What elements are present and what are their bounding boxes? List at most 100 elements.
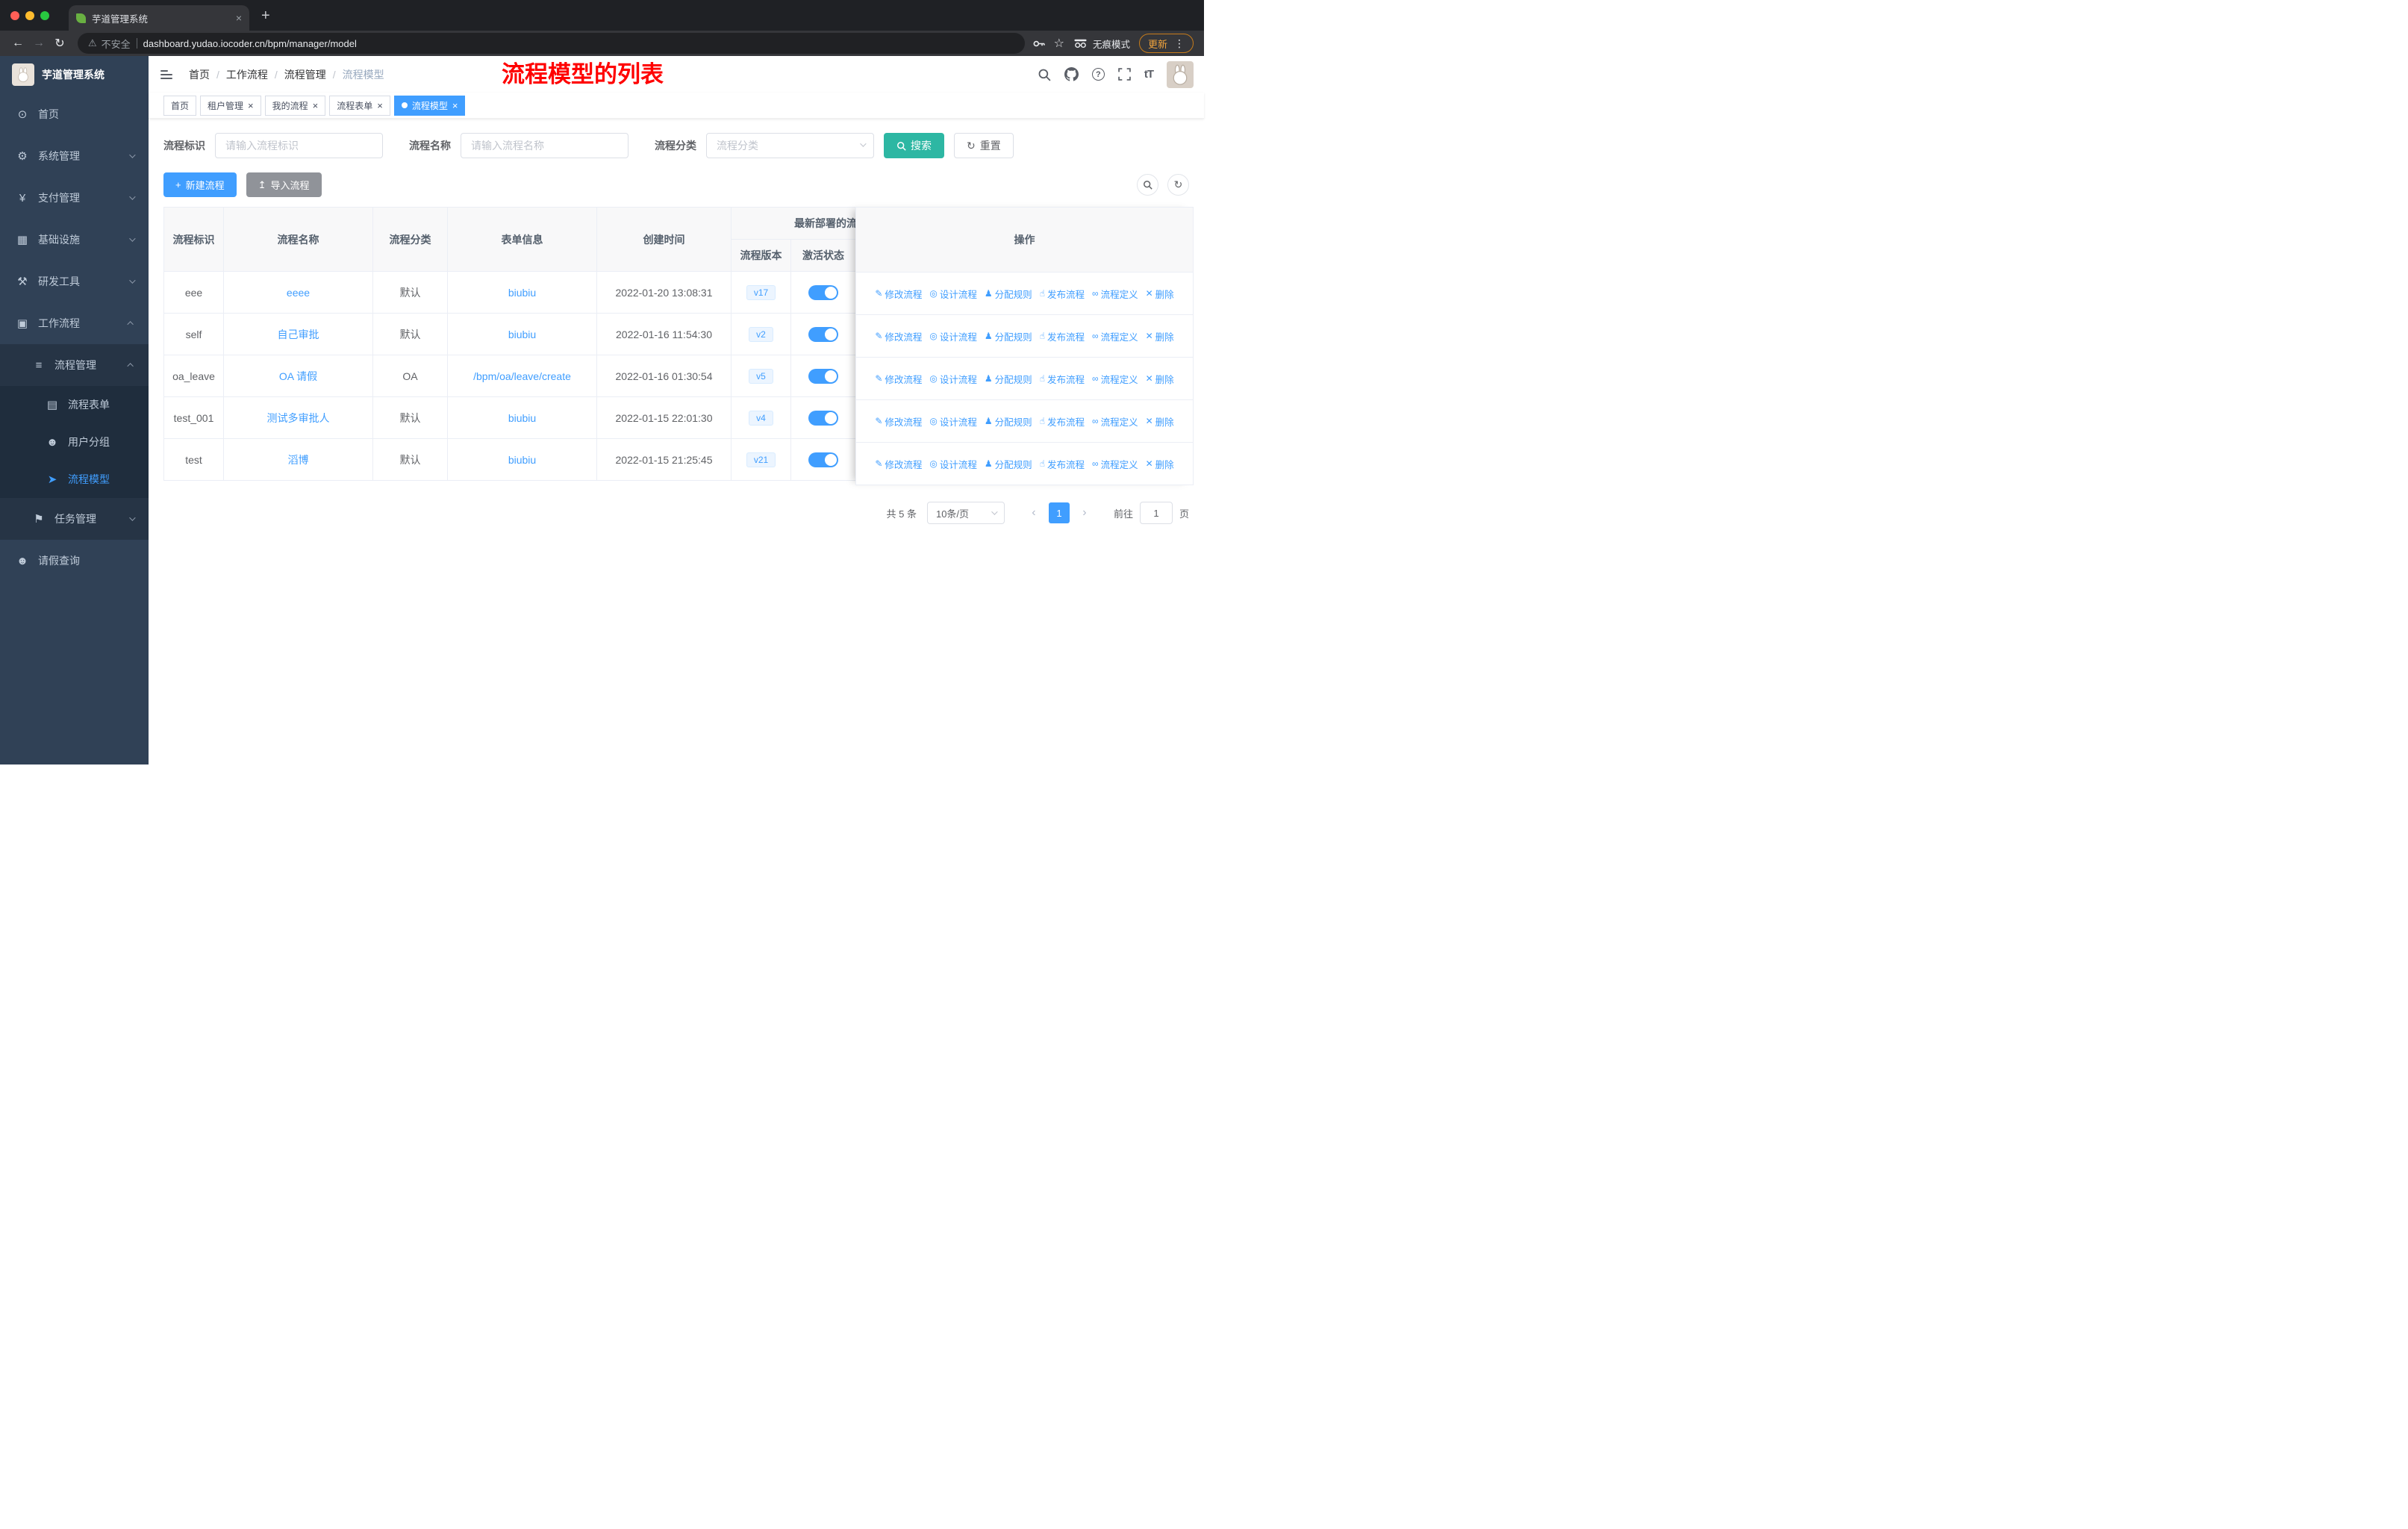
process-category-select[interactable]: [706, 133, 874, 158]
sidebar-item-home[interactable]: ⊙ 首页: [0, 93, 149, 135]
assign-rule-link[interactable]: ♟ 分配规则: [985, 457, 1032, 471]
sidebar-item-infrastructure[interactable]: ▦ 基础设施: [0, 219, 149, 261]
close-icon[interactable]: ×: [377, 101, 383, 110]
active-toggle[interactable]: [808, 410, 838, 426]
version-badge[interactable]: v2: [749, 326, 773, 342]
version-badge[interactable]: v4: [749, 410, 773, 426]
sidebar-collapse-button[interactable]: [149, 56, 184, 93]
delete-process-link[interactable]: ✕ 删除: [1146, 372, 1174, 386]
publish-process-link[interactable]: ☝ 发布流程: [1040, 287, 1085, 301]
design-process-link[interactable]: ◎ 设计流程: [929, 287, 977, 301]
browser-tab[interactable]: 芋道管理系统 ×: [69, 5, 249, 31]
forward-icon[interactable]: →: [28, 33, 49, 54]
toggle-search-button[interactable]: [1137, 174, 1158, 196]
sidebar-item-workflow[interactable]: ▣ 工作流程: [0, 302, 149, 344]
fullscreen-icon[interactable]: [1118, 68, 1131, 81]
active-toggle[interactable]: [808, 284, 838, 300]
form-info-link[interactable]: biubiu: [508, 454, 536, 466]
assign-rule-link[interactable]: ♟ 分配规则: [985, 329, 1032, 343]
tag-tenant-management[interactable]: 租户管理 ×: [200, 95, 261, 116]
sidebar-item-payment[interactable]: ¥ 支付管理: [0, 177, 149, 219]
process-name-link[interactable]: 自己审批: [278, 328, 319, 340]
version-badge[interactable]: v21: [746, 452, 776, 467]
sidebar-item-devtools[interactable]: ⚒ 研发工具: [0, 261, 149, 302]
close-icon[interactable]: ×: [313, 101, 319, 110]
prev-page-button[interactable]: ‹: [1024, 502, 1044, 524]
edit-process-link[interactable]: ✎ 修改流程: [875, 372, 922, 386]
sidebar-item-system[interactable]: ⚙ 系统管理: [0, 135, 149, 177]
font-size-icon[interactable]: tT: [1144, 68, 1154, 81]
process-name-link[interactable]: OA 请假: [279, 370, 317, 382]
process-name-link[interactable]: eeee: [287, 287, 310, 299]
delete-process-link[interactable]: ✕ 删除: [1146, 414, 1174, 429]
browser-update-button[interactable]: 更新 ⋮: [1138, 34, 1194, 53]
process-definition-link[interactable]: ∞ 流程定义: [1092, 457, 1138, 471]
new-tab-button[interactable]: +: [261, 8, 270, 23]
bookmark-star-icon[interactable]: ☆: [1054, 36, 1064, 51]
breadcrumb-home[interactable]: 首页: [189, 67, 210, 82]
form-info-link[interactable]: biubiu: [508, 287, 536, 299]
page-number-current[interactable]: 1: [1048, 502, 1070, 523]
breadcrumb-workflow[interactable]: 工作流程: [226, 67, 268, 82]
design-process-link[interactable]: ◎ 设计流程: [929, 414, 977, 429]
reload-icon[interactable]: ↻: [49, 33, 70, 54]
help-icon[interactable]: ?: [1091, 68, 1105, 81]
next-page-button[interactable]: ›: [1075, 502, 1094, 524]
assign-rule-link[interactable]: ♟ 分配规则: [985, 372, 1032, 386]
reset-button[interactable]: ↻ 重置: [954, 133, 1014, 158]
create-process-button[interactable]: + 新建流程: [163, 172, 237, 197]
active-toggle[interactable]: [808, 368, 838, 384]
active-toggle[interactable]: [808, 452, 838, 467]
process-definition-link[interactable]: ∞ 流程定义: [1092, 287, 1138, 301]
sidebar-item-process-form[interactable]: ▤ 流程表单: [0, 386, 149, 423]
publish-process-link[interactable]: ☝ 发布流程: [1040, 329, 1085, 343]
process-name-input[interactable]: [461, 133, 628, 158]
sidebar-item-user-group[interactable]: ☻ 用户分组: [0, 423, 149, 461]
sidebar-item-process-model[interactable]: ➤ 流程模型: [0, 461, 149, 498]
publish-process-link[interactable]: ☝ 发布流程: [1040, 457, 1085, 471]
assign-rule-link[interactable]: ♟ 分配规则: [985, 287, 1032, 301]
process-definition-link[interactable]: ∞ 流程定义: [1092, 414, 1138, 429]
design-process-link[interactable]: ◎ 设计流程: [929, 457, 977, 471]
process-id-input[interactable]: [215, 133, 383, 158]
form-info-link[interactable]: biubiu: [508, 412, 536, 424]
search-icon[interactable]: [1038, 68, 1051, 81]
search-button[interactable]: 搜索: [884, 133, 944, 158]
form-info-link[interactable]: biubiu: [508, 328, 536, 340]
refresh-button[interactable]: ↻: [1167, 174, 1189, 196]
import-process-button[interactable]: ↥ 导入流程: [246, 172, 322, 197]
github-icon[interactable]: [1064, 67, 1079, 81]
delete-process-link[interactable]: ✕ 删除: [1146, 457, 1174, 471]
close-icon[interactable]: ×: [248, 101, 254, 110]
delete-process-link[interactable]: ✕ 删除: [1146, 329, 1174, 343]
address-bar[interactable]: ⚠ 不安全 dashboard.yudao.iocoder.cn/bpm/man…: [78, 33, 1025, 54]
version-badge[interactable]: v5: [749, 368, 773, 384]
process-definition-link[interactable]: ∞ 流程定义: [1092, 372, 1138, 386]
zoom-window-button[interactable]: [40, 10, 49, 20]
browser-menu-icon[interactable]: ⋮: [1174, 37, 1185, 50]
publish-process-link[interactable]: ☝ 发布流程: [1040, 414, 1085, 429]
minimize-window-button[interactable]: [25, 10, 34, 20]
assign-rule-link[interactable]: ♟ 分配规则: [985, 414, 1032, 429]
security-status[interactable]: ⚠ 不安全: [88, 37, 131, 51]
page-size-select[interactable]: 10条/页: [926, 502, 1005, 524]
process-name-link[interactable]: 测试多审批人: [267, 412, 330, 424]
user-avatar[interactable]: [1167, 60, 1194, 88]
tag-home[interactable]: 首页: [163, 95, 197, 116]
active-toggle[interactable]: [808, 326, 838, 342]
form-info-link[interactable]: /bpm/oa/leave/create: [473, 370, 571, 382]
design-process-link[interactable]: ◎ 设计流程: [929, 329, 977, 343]
close-icon[interactable]: ×: [452, 101, 458, 110]
sidebar-item-leave-query[interactable]: ☻ 请假查询: [0, 540, 149, 582]
process-definition-link[interactable]: ∞ 流程定义: [1092, 329, 1138, 343]
version-badge[interactable]: v17: [746, 284, 776, 300]
edit-process-link[interactable]: ✎ 修改流程: [875, 457, 922, 471]
design-process-link[interactable]: ◎ 设计流程: [929, 372, 977, 386]
tag-process-model[interactable]: 流程模型 ×: [393, 95, 466, 116]
sidebar-item-task-management[interactable]: ⚑ 任务管理: [0, 498, 149, 540]
edit-process-link[interactable]: ✎ 修改流程: [875, 414, 922, 429]
delete-process-link[interactable]: ✕ 删除: [1146, 287, 1174, 301]
goto-page-input[interactable]: [1139, 502, 1173, 524]
edit-process-link[interactable]: ✎ 修改流程: [875, 287, 922, 301]
tag-process-form[interactable]: 流程表单 ×: [329, 95, 390, 116]
